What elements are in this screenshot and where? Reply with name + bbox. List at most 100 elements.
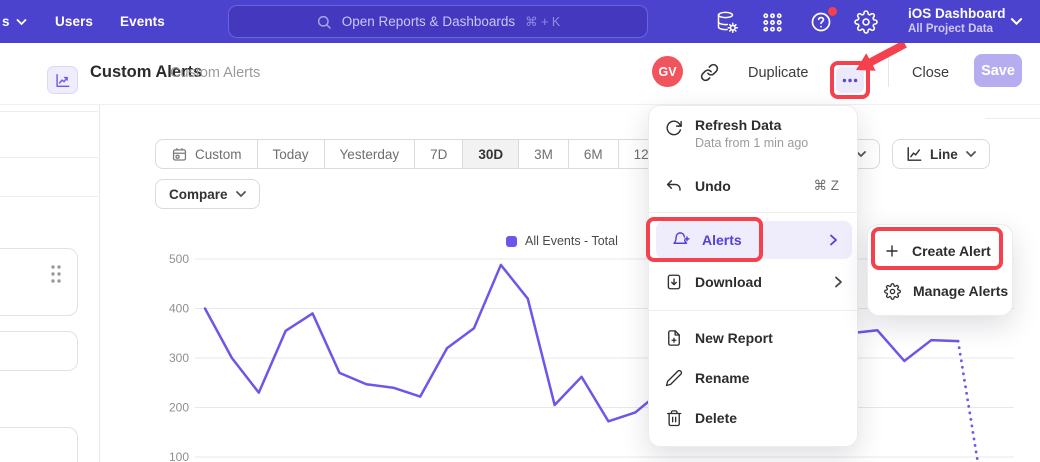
alert-bell-plus-icon bbox=[672, 231, 690, 249]
chevron-down-icon bbox=[236, 191, 246, 198]
menu-item-label: Delete bbox=[695, 410, 737, 426]
svg-text:500: 500 bbox=[169, 252, 189, 266]
menu-item-label: Download bbox=[695, 274, 762, 290]
save-button[interactable]: Save bbox=[974, 54, 1022, 87]
menu-item-label: New Report bbox=[695, 330, 773, 346]
header-divider bbox=[888, 55, 889, 87]
menu-item-download[interactable]: Download bbox=[649, 264, 857, 300]
range-label: 3M bbox=[534, 147, 553, 162]
settings-gear-icon[interactable] bbox=[854, 10, 878, 34]
menu-shortcut: ⌘ Z bbox=[814, 178, 840, 194]
refresh-icon bbox=[665, 119, 683, 137]
panel-row-divider bbox=[0, 111, 98, 112]
submenu-item-label: Manage Alerts bbox=[913, 283, 1008, 299]
calendar-icon bbox=[171, 146, 188, 163]
search-shortcut: ⌘ + K bbox=[525, 14, 560, 29]
drag-handle-icon[interactable] bbox=[49, 263, 63, 285]
report-icon bbox=[47, 66, 78, 94]
gear-icon bbox=[884, 283, 901, 300]
range-label: Yesterday bbox=[340, 147, 400, 162]
query-card[interactable] bbox=[0, 248, 78, 316]
submenu-item-label: Create Alert bbox=[912, 243, 991, 259]
menu-item-label: Alerts bbox=[702, 232, 742, 248]
menu-item-refresh-data[interactable]: Refresh Data Data from 1 min ago bbox=[649, 114, 857, 162]
context-menu: Refresh Data Data from 1 min ago Undo ⌘ … bbox=[648, 105, 858, 447]
ellipsis-icon bbox=[842, 78, 858, 83]
close-button[interactable]: Close bbox=[912, 65, 949, 81]
range-30d[interactable]: 30D bbox=[462, 140, 518, 168]
chart-legend: All Events - Total bbox=[506, 234, 618, 248]
chevron-right-icon bbox=[829, 234, 838, 246]
top-nav: s Users Events Open Reports & Dashboards… bbox=[0, 0, 1040, 43]
svg-text:100: 100 bbox=[169, 450, 189, 462]
nav-item-events[interactable]: Events bbox=[120, 14, 165, 29]
menu-item-label: Refresh Data bbox=[695, 117, 808, 133]
submenu-item-manage-alerts[interactable]: Manage Alerts bbox=[868, 273, 1012, 309]
chevron-down-icon bbox=[966, 151, 976, 158]
trash-icon bbox=[665, 409, 683, 427]
project-name[interactable]: iOS Dashboard bbox=[908, 6, 1006, 21]
date-range-control: Custom Today Yesterday 7D 30D 3M 6M 12M bbox=[155, 139, 676, 169]
new-report-icon bbox=[665, 329, 683, 347]
chart-type-button[interactable]: Line bbox=[892, 139, 990, 169]
search-input[interactable]: Open Reports & Dashboards ⌘ + K bbox=[228, 5, 648, 38]
range-yesterday[interactable]: Yesterday bbox=[324, 140, 415, 168]
chevron-down-icon bbox=[1010, 18, 1023, 26]
menu-item-alerts[interactable]: Alerts bbox=[656, 221, 852, 259]
menu-item-label: Undo bbox=[695, 178, 731, 194]
svg-text:300: 300 bbox=[169, 351, 189, 365]
breadcrumb: Custom Alerts bbox=[170, 65, 260, 81]
query-card[interactable] bbox=[0, 331, 78, 371]
menu-divider bbox=[649, 212, 857, 213]
left-panel-divider bbox=[99, 105, 100, 462]
range-custom[interactable]: Custom bbox=[156, 140, 257, 168]
panel-row-divider bbox=[0, 196, 98, 197]
search-icon bbox=[316, 14, 332, 30]
notification-dot bbox=[828, 7, 837, 16]
line-chart-icon bbox=[906, 146, 922, 162]
report-header: Custom Alerts Custom Alerts GV Duplicate… bbox=[0, 43, 1040, 105]
range-label: 30D bbox=[478, 147, 503, 162]
submenu-item-create-alert[interactable]: Create Alert bbox=[868, 233, 1012, 269]
panel-row-divider bbox=[0, 157, 98, 158]
menu-item-rename[interactable]: Rename bbox=[649, 360, 857, 396]
menu-item-subtitle: Data from 1 min ago bbox=[695, 136, 808, 150]
nav-item-users[interactable]: Users bbox=[55, 14, 93, 29]
svg-text:200: 200 bbox=[169, 401, 189, 415]
menu-item-new-report[interactable]: New Report bbox=[649, 320, 857, 356]
chart-type-label: Line bbox=[930, 147, 958, 162]
range-label: 7D bbox=[430, 147, 447, 162]
range-label: Today bbox=[273, 147, 309, 162]
alerts-submenu: Create Alert Manage Alerts bbox=[867, 224, 1013, 316]
range-6m[interactable]: 6M bbox=[568, 140, 618, 168]
more-options-button[interactable] bbox=[836, 67, 864, 93]
range-3m[interactable]: 3M bbox=[518, 140, 568, 168]
data-management-icon[interactable] bbox=[715, 10, 739, 34]
chevron-down-icon bbox=[16, 19, 27, 26]
duplicate-button[interactable]: Duplicate bbox=[748, 65, 808, 81]
menu-item-undo[interactable]: Undo ⌘ Z bbox=[649, 168, 857, 204]
svg-text:400: 400 bbox=[169, 302, 189, 316]
compare-button[interactable]: Compare bbox=[155, 179, 260, 209]
share-link-icon[interactable] bbox=[700, 63, 719, 82]
app-window: 500 400 300 200 100 All Events - Total Custo… bbox=[0, 0, 1040, 462]
nav-item-partial[interactable]: s bbox=[2, 14, 10, 29]
menu-item-delete[interactable]: Delete bbox=[649, 400, 857, 436]
range-today[interactable]: Today bbox=[257, 140, 324, 168]
chevron-right-icon bbox=[834, 276, 843, 288]
range-label: 6M bbox=[584, 147, 603, 162]
range-7d[interactable]: 7D bbox=[414, 140, 462, 168]
menu-item-label: Rename bbox=[695, 370, 749, 386]
project-scope: All Project Data bbox=[908, 23, 993, 35]
pencil-icon bbox=[665, 369, 683, 387]
download-icon bbox=[665, 273, 683, 291]
query-card[interactable] bbox=[0, 427, 78, 462]
plus-icon bbox=[884, 243, 900, 259]
search-placeholder: Open Reports & Dashboards bbox=[342, 14, 515, 29]
undo-icon bbox=[665, 177, 683, 195]
legend-label: All Events - Total bbox=[525, 234, 618, 248]
apps-grid-icon[interactable] bbox=[761, 11, 784, 34]
menu-divider bbox=[649, 310, 857, 311]
avatar[interactable]: GV bbox=[652, 56, 683, 87]
legend-swatch bbox=[506, 236, 517, 247]
